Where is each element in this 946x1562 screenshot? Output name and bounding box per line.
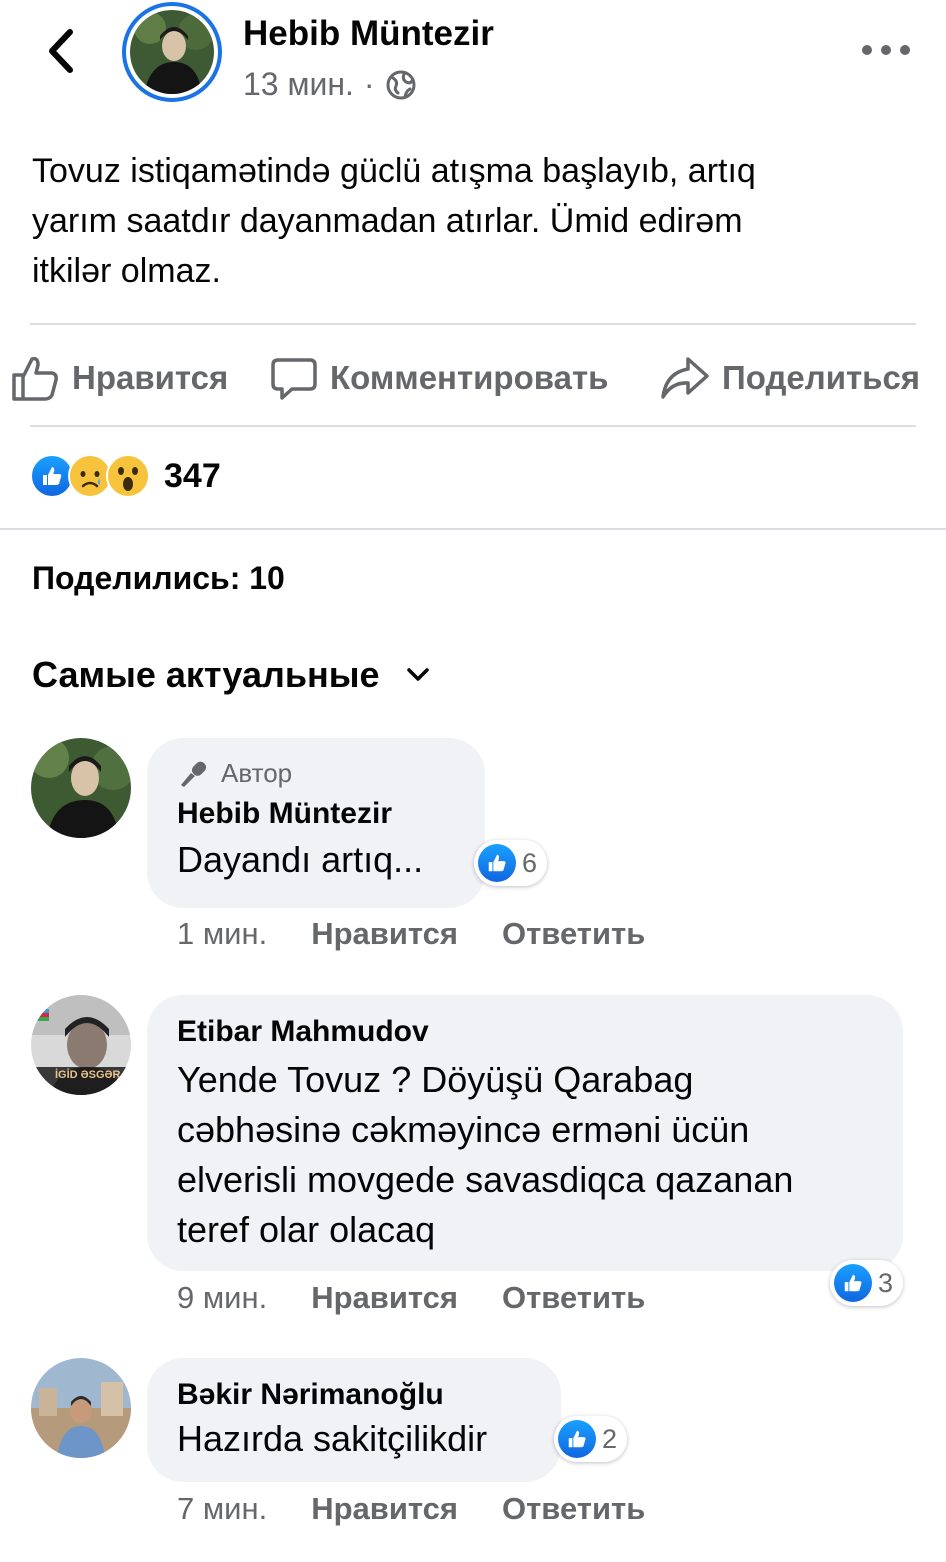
more-options-button[interactable] <box>862 38 910 62</box>
comment-line: Yende Tovuz ? Döyüşü Qarabag <box>177 1059 694 1100</box>
like-button-label: Нравится <box>72 359 229 396</box>
comment-bubble: Etibar Mahmudov Yende Tovuz ? Döyüşü Qar… <box>147 995 903 1271</box>
thumbs-up-icon <box>12 356 58 401</box>
author-badge-label: Автор <box>221 758 293 788</box>
share-button-label: Поделиться <box>722 359 921 396</box>
comment-like-link[interactable]: Нравится <box>311 1491 458 1527</box>
meta-separator: · <box>363 66 375 102</box>
comment-meta: 7 мин. Нравится Ответить <box>177 1491 645 1527</box>
comment-bubble: Автор Hebib Müntezir Dayandı artıq... <box>147 738 485 908</box>
globe-icon <box>386 70 416 99</box>
like-reaction-icon <box>834 1264 872 1302</box>
reaction-count: 347 <box>164 456 221 495</box>
comment-author-name[interactable]: Etibar Mahmudov <box>177 1015 873 1049</box>
comment-reply-link[interactable]: Ответить <box>502 916 645 952</box>
comment-bubble-icon <box>271 358 317 400</box>
comment-line: teref olar olacaq <box>177 1209 436 1250</box>
comment-text: Dayandı artıq... <box>177 839 424 880</box>
chevron-down-icon <box>406 668 429 681</box>
like-button[interactable]: Нравится <box>10 348 228 408</box>
comment-time[interactable]: 9 мин. <box>177 1280 267 1316</box>
post-line: Tovuz istiqamətində güclü atışma başlayı… <box>32 152 756 190</box>
wow-reaction-icon <box>106 454 150 498</box>
reactions-summary[interactable]: 347 <box>30 454 221 498</box>
comment-avatar[interactable]: İGİD ƏSGƏR <box>31 995 131 1095</box>
ellipsis-icon-dot <box>900 45 910 55</box>
post-time[interactable]: 13 мин. <box>243 66 354 103</box>
comment-time[interactable]: 7 мин. <box>177 1491 267 1527</box>
back-button[interactable] <box>38 28 84 74</box>
post-line: itkilər olmaz. <box>32 252 221 290</box>
comment-text: Hazırda sakitçilikdir <box>177 1418 488 1459</box>
comment-like-count: 3 <box>878 1267 894 1298</box>
comment-button-label: Комментировать <box>330 359 609 396</box>
chevron-left-icon <box>49 29 73 73</box>
post-body: Tovuz istiqamətində güclü atışma başlayı… <box>32 146 912 296</box>
sort-label: Самые актуальные <box>32 654 380 695</box>
post-meta: 13 мин. · <box>243 66 417 103</box>
post-line: yarım saatdır dayanmadan atırlar. Ümid e… <box>32 202 743 240</box>
comment-like-link[interactable]: Нравится <box>311 1280 458 1316</box>
author-badge: Автор <box>177 758 455 789</box>
shares-count[interactable]: Поделились: 10 <box>32 560 285 597</box>
comment-meta: 1 мин. Нравится Ответить <box>177 916 645 952</box>
comment-meta: 9 мин. Нравится Ответить <box>177 1280 645 1316</box>
microphone-icon <box>181 761 207 787</box>
section-divider <box>0 528 946 530</box>
ellipsis-icon-dot <box>881 45 891 55</box>
avatar-caption: İGİD ƏSGƏR <box>55 1069 121 1081</box>
comment-like-link[interactable]: Нравится <box>311 916 458 952</box>
comment-author-name[interactable]: Hebib Müntezir <box>177 797 455 831</box>
comment-line: elverisli movgede savasdiqca qazanan <box>177 1159 794 1200</box>
author-avatar[interactable] <box>122 2 222 102</box>
comment-like-count: 2 <box>602 1423 618 1454</box>
like-reaction-icon <box>478 844 516 882</box>
comment-button[interactable]: Комментировать <box>270 348 608 408</box>
comment-text: Yende Tovuz ? Döyüşü Qarabag cəbhəsinə c… <box>177 1055 873 1255</box>
comment-like-badge[interactable]: 3 <box>830 1260 904 1306</box>
comment-line: cəbhəsinə cəkməyincə erməni ücün <box>177 1109 750 1150</box>
comment-like-badge[interactable]: 6 <box>474 840 548 886</box>
post-author-name[interactable]: Hebib Müntezir <box>243 14 494 54</box>
comment-avatar[interactable] <box>31 738 131 838</box>
comment-bubble: Bəkir Nərimanoğlu Hazırda sakitçilikdir <box>147 1358 561 1482</box>
ellipsis-icon-dot <box>862 45 872 55</box>
comment-sort-dropdown[interactable]: Самые актуальные <box>32 654 430 696</box>
like-reaction-icon <box>558 1420 596 1458</box>
divider <box>30 323 916 325</box>
comment-like-count: 6 <box>522 847 538 878</box>
avatar-photo <box>130 10 214 94</box>
comment-avatar[interactable] <box>31 1358 131 1458</box>
comment-like-badge[interactable]: 2 <box>554 1416 628 1462</box>
comment-author-name[interactable]: Bəkir Nərimanoğlu <box>177 1378 531 1412</box>
comment-time[interactable]: 1 мин. <box>177 916 267 952</box>
divider <box>30 425 916 427</box>
comment-reply-link[interactable]: Ответить <box>502 1280 645 1316</box>
share-button[interactable]: Поделиться <box>660 348 920 408</box>
share-arrow-icon <box>661 357 709 399</box>
comment-reply-link[interactable]: Ответить <box>502 1491 645 1527</box>
